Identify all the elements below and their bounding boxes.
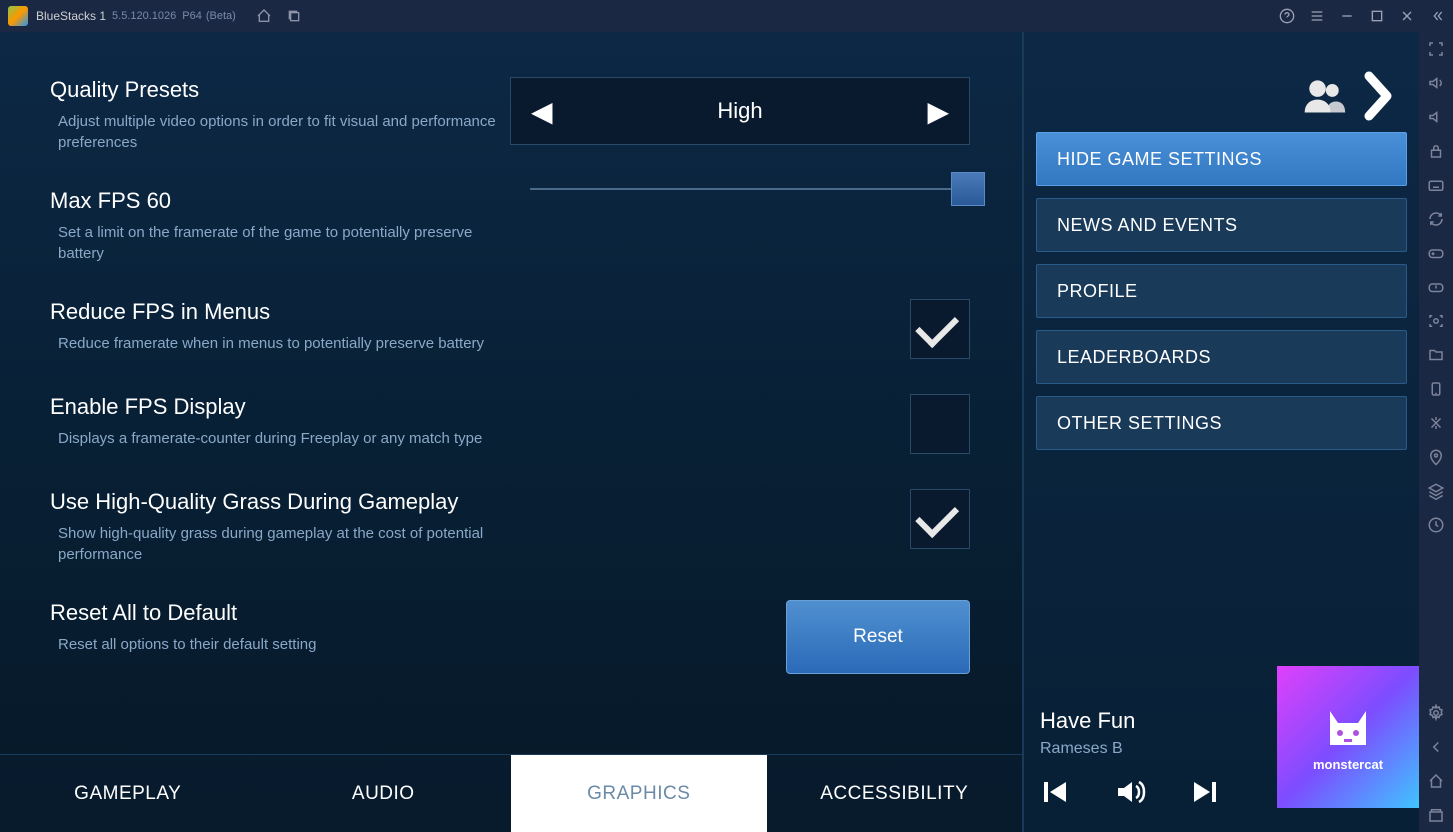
setting-title: Reduce FPS in Menus xyxy=(50,299,510,325)
app-beta: (Beta) xyxy=(206,10,236,22)
location-icon[interactable] xyxy=(1427,448,1445,466)
layers-icon[interactable] xyxy=(1427,482,1445,500)
keyboard-icon[interactable] xyxy=(1427,176,1445,194)
tab-graphics[interactable]: GRAPHICS xyxy=(511,755,767,832)
game-settings-panel: Quality Presets Adjust multiple video op… xyxy=(0,32,1024,832)
minimize-icon[interactable] xyxy=(1339,8,1355,24)
volume-up-icon[interactable] xyxy=(1427,74,1445,92)
lock-icon[interactable] xyxy=(1427,142,1445,160)
help-icon[interactable] xyxy=(1279,8,1295,24)
android-recent-icon[interactable] xyxy=(1427,806,1445,824)
hamburger-icon[interactable] xyxy=(1309,8,1325,24)
users-icon[interactable] xyxy=(1301,76,1347,116)
folder-icon[interactable] xyxy=(1427,346,1445,364)
sync-icon[interactable] xyxy=(1427,278,1445,296)
android-home-icon[interactable] xyxy=(1427,772,1445,790)
shake-icon[interactable] xyxy=(1427,414,1445,432)
fps-slider-handle[interactable] xyxy=(951,172,985,206)
setting-title: Enable FPS Display xyxy=(50,394,510,420)
setting-reduce-fps: Reduce FPS in Menus Reduce framerate whe… xyxy=(50,299,972,359)
title-bar: BlueStacks 1 5.5.120.1026 P64 (Beta) xyxy=(0,0,1453,32)
screenshot-icon[interactable] xyxy=(1427,312,1445,330)
setting-quality-presets: Quality Presets Adjust multiple video op… xyxy=(50,77,972,153)
fps-slider[interactable] xyxy=(530,188,970,190)
setting-desc: Adjust multiple video options in order t… xyxy=(50,111,510,153)
tab-audio[interactable]: AUDIO xyxy=(256,755,512,832)
bluestacks-logo-icon xyxy=(8,6,28,26)
tab-accessibility[interactable]: ACCESSIBILITY xyxy=(767,755,1023,832)
volume-down-icon[interactable] xyxy=(1427,108,1445,126)
gear-icon[interactable] xyxy=(1427,704,1445,722)
setting-desc: Reduce framerate when in menus to potent… xyxy=(50,333,510,354)
rotate-icon[interactable] xyxy=(1427,210,1445,228)
setting-hq-grass: Use High-Quality Grass During Gameplay S… xyxy=(50,489,972,565)
album-label: monstercat xyxy=(1313,757,1383,772)
fps-display-checkbox[interactable] xyxy=(910,394,970,454)
preset-next-icon[interactable]: ▶ xyxy=(927,95,949,128)
gamepad-icon[interactable] xyxy=(1427,244,1445,262)
app-arch: P64 xyxy=(182,10,202,22)
setting-title: Quality Presets xyxy=(50,77,510,103)
previous-track-icon[interactable] xyxy=(1040,776,1072,808)
duplicate-icon[interactable] xyxy=(286,8,302,24)
apk-icon[interactable] xyxy=(1427,380,1445,398)
setting-desc: Reset all options to their default setti… xyxy=(50,634,510,655)
reduce-fps-checkbox[interactable] xyxy=(910,299,970,359)
monstercat-icon xyxy=(1320,703,1376,753)
app-version: 5.5.120.1026 xyxy=(112,10,176,22)
close-icon[interactable] xyxy=(1399,8,1415,24)
fullscreen-icon[interactable] xyxy=(1427,40,1445,58)
setting-reset: Reset All to Default Reset all options t… xyxy=(50,600,972,674)
right-panel: HIDE GAME SETTINGS NEWS AND EVENTS PROFI… xyxy=(1024,32,1419,832)
menu-leaderboards[interactable]: LEADERBOARDS xyxy=(1036,330,1407,384)
forward-arrow-icon[interactable] xyxy=(1359,70,1399,122)
setting-desc: Displays a framerate-counter during Free… xyxy=(50,428,510,449)
reset-button[interactable]: Reset xyxy=(786,600,970,674)
setting-title: Reset All to Default xyxy=(50,600,510,626)
tab-gameplay[interactable]: GAMEPLAY xyxy=(0,755,256,832)
setting-fps-display: Enable FPS Display Displays a framerate-… xyxy=(50,394,972,454)
quality-preset-selector[interactable]: ◀ High ▶ xyxy=(510,77,970,145)
app-name: BlueStacks 1 xyxy=(36,9,106,23)
setting-title: Use High-Quality Grass During Gameplay xyxy=(50,489,510,515)
maximize-icon[interactable] xyxy=(1369,8,1385,24)
bluestacks-sidebar xyxy=(1419,32,1453,832)
menu-other-settings[interactable]: OTHER SETTINGS xyxy=(1036,396,1407,450)
menu-hide-game-settings[interactable]: HIDE GAME SETTINGS xyxy=(1036,132,1407,186)
android-back-icon[interactable] xyxy=(1427,738,1445,756)
settings-tabs: GAMEPLAY AUDIO GRAPHICS ACCESSIBILITY xyxy=(0,754,1022,832)
album-art[interactable]: monstercat xyxy=(1277,666,1419,808)
setting-desc: Set a limit on the framerate of the game… xyxy=(50,222,510,264)
preset-value: High xyxy=(717,98,762,124)
hq-grass-checkbox[interactable] xyxy=(910,489,970,549)
setting-max-fps: Max FPS 60 Set a limit on the framerate … xyxy=(50,188,972,264)
menu-profile[interactable]: PROFILE xyxy=(1036,264,1407,318)
setting-title: Max FPS 60 xyxy=(50,188,510,214)
volume-icon[interactable] xyxy=(1114,776,1146,808)
history-icon[interactable] xyxy=(1427,516,1445,534)
preset-prev-icon[interactable]: ◀ xyxy=(531,95,553,128)
home-icon[interactable] xyxy=(256,8,272,24)
collapse-icon[interactable] xyxy=(1429,8,1445,24)
menu-news-events[interactable]: NEWS AND EVENTS xyxy=(1036,198,1407,252)
next-track-icon[interactable] xyxy=(1188,776,1220,808)
setting-desc: Show high-quality grass during gameplay … xyxy=(50,523,510,565)
